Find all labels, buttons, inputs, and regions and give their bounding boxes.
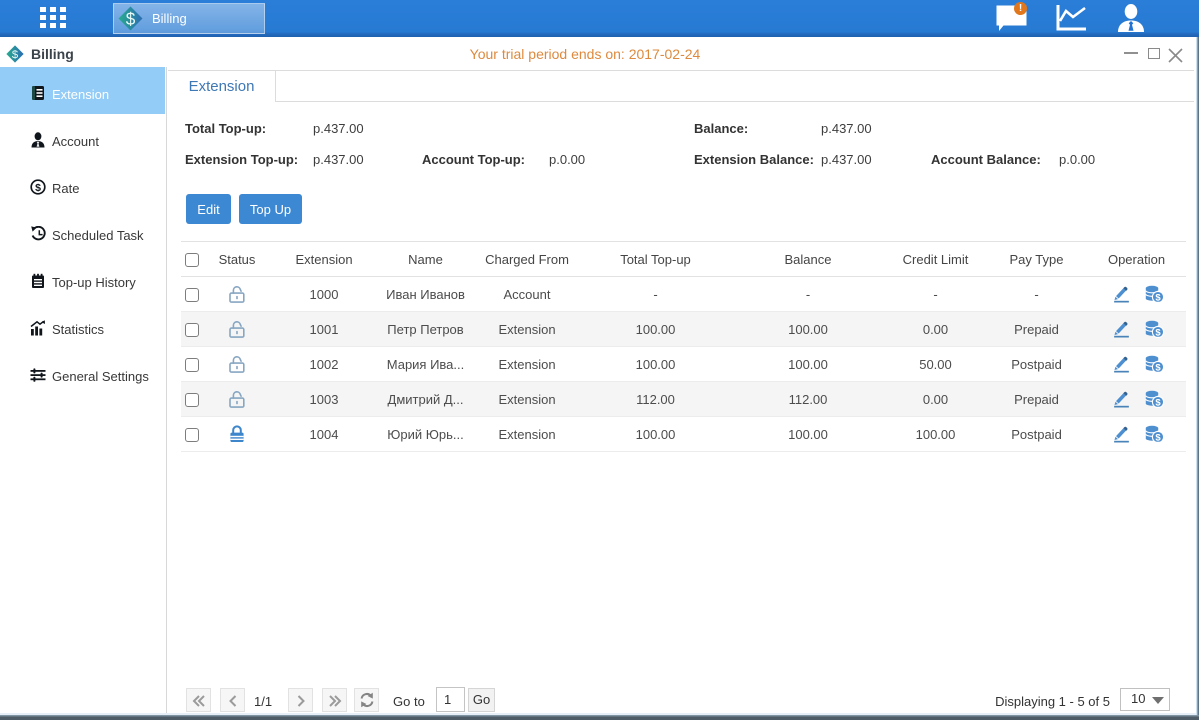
svg-text:$: $ [126,9,136,29]
svg-text:$: $ [35,182,41,194]
